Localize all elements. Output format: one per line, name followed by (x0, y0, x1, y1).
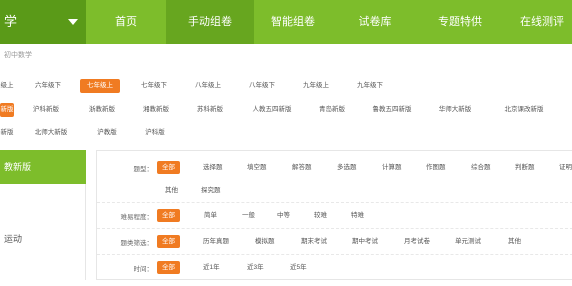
breadcrumb: 初中数学 (4, 52, 32, 59)
edition-chip[interactable]: 沪科新版 (28, 103, 64, 117)
grade-chip[interactable]: 九年级下 (352, 79, 388, 93)
filter-option[interactable]: 中等 (277, 209, 290, 222)
filter-option[interactable]: 简单 (204, 209, 217, 222)
nav-special-topics[interactable]: 专题特供 (418, 0, 502, 44)
edition-chip[interactable]: 苏科新版 (192, 103, 228, 117)
edition-chip[interactable]: 湘教新版 (138, 103, 174, 117)
filter-row-time: 时间： 全部 近1年 近3年 近5年 (97, 255, 572, 281)
edition-chip-active[interactable]: 新版 (0, 103, 14, 117)
filter-option-active[interactable]: 全部 (157, 261, 180, 274)
filter-option[interactable]: 近5年 (290, 261, 307, 274)
edition-chip[interactable]: 鲁教五四新版 (366, 103, 418, 117)
filter-option[interactable]: 模拟题 (255, 235, 275, 248)
sidebar-item[interactable]: 运动 (4, 232, 22, 245)
grade-chip[interactable]: 八年级上 (190, 79, 226, 93)
filter-option[interactable]: 计算题 (382, 161, 402, 174)
edition-chip[interactable]: 华师大新版 (434, 103, 476, 117)
filter-option[interactable]: 期末考试 (301, 235, 327, 248)
filter-panel: 题型： 全部 选择题 填空题 解答题 多选题 计算题 作图题 综合题 判断题 证… (96, 150, 572, 280)
filter-label: 时间： (133, 266, 154, 273)
edition-chip[interactable]: 青岛新版 (314, 103, 350, 117)
grade-chip-active[interactable]: 七年级上 (80, 79, 120, 93)
filter-row-difficulty: 难易程度： 全部 简单 一般 中等 较难 特难 (97, 203, 572, 229)
filter-option[interactable]: 作图题 (426, 161, 446, 174)
edition-chip[interactable]: 北师大新版 (30, 126, 72, 140)
nav-home[interactable]: 首页 (86, 0, 166, 44)
chapter-sidebar: 教新版 运动 (0, 150, 86, 280)
edition-chip[interactable]: 浙教新版 (84, 103, 120, 117)
sidebar-item-active[interactable]: 教新版 (0, 150, 86, 184)
filter-option[interactable]: 一般 (242, 209, 255, 222)
filter-option[interactable]: 解答题 (292, 161, 312, 174)
nav-online-test[interactable]: 在线测评 (502, 0, 572, 44)
chevron-down-icon (68, 19, 78, 25)
filter-option[interactable]: 月考试卷 (404, 235, 430, 248)
filter-option[interactable]: 综合题 (471, 161, 491, 174)
filter-option[interactable]: 多选题 (337, 161, 357, 174)
filter-option[interactable]: 证明题 (559, 161, 572, 174)
filter-row-category: 题类筛选： 全部 历年真题 模拟题 期末考试 期中考试 月考试卷 单元测试 其他 (97, 229, 572, 255)
filter-option[interactable]: 近3年 (247, 261, 264, 274)
edition-chip[interactable]: 北京课改新版 (498, 103, 550, 117)
filter-label: 难易程度： (120, 214, 154, 221)
nav-paper-library[interactable]: 试卷库 (332, 0, 418, 44)
filter-row-type: 题型： 全部 选择题 填空题 解答题 多选题 计算题 作图题 综合题 判断题 证… (97, 151, 572, 203)
filter-option-active[interactable]: 全部 (157, 161, 180, 174)
filter-option[interactable]: 选择题 (203, 161, 223, 174)
filter-option[interactable]: 期中考试 (352, 235, 378, 248)
edition-chip[interactable]: 沪科版 (140, 126, 170, 140)
edition-chip[interactable]: 沪教版 (92, 126, 122, 140)
filter-option[interactable]: 其他 (165, 184, 178, 197)
top-nav-bar: 学 首页 手动组卷 智能组卷 试卷库 专题特供 在线测评 (0, 0, 572, 44)
filter-option-active[interactable]: 全部 (157, 209, 180, 222)
filter-option[interactable]: 历年真题 (203, 235, 229, 248)
grade-chip[interactable]: 六年级下 (30, 79, 66, 93)
filter-option[interactable]: 其他 (508, 235, 521, 248)
grade-chip[interactable]: 七年级下 (136, 79, 172, 93)
filter-option[interactable]: 较难 (314, 209, 327, 222)
filter-option[interactable]: 近1年 (203, 261, 220, 274)
subject-label: 学 (4, 14, 18, 29)
filter-label: 题类筛选： (120, 240, 154, 247)
subject-selector[interactable]: 学 (0, 0, 86, 44)
filter-label: 题型： (133, 166, 154, 173)
nav-smart-paper[interactable]: 智能组卷 (254, 0, 332, 44)
grade-chip[interactable]: 八年级下 (244, 79, 280, 93)
grade-chip[interactable]: 九年级上 (298, 79, 334, 93)
nav-manual-paper[interactable]: 手动组卷 (166, 0, 254, 44)
filter-option[interactable]: 判断题 (515, 161, 535, 174)
grade-chip[interactable]: 级上 (0, 79, 14, 93)
edition-chip[interactable]: 新版 (0, 126, 14, 140)
filter-option[interactable]: 填空题 (247, 161, 267, 174)
filter-option[interactable]: 探究题 (201, 184, 221, 197)
filter-option[interactable]: 特难 (351, 209, 364, 222)
edition-chip[interactable]: 人教五四新版 (246, 103, 298, 117)
filter-option[interactable]: 单元测试 (455, 235, 481, 248)
filter-option-active[interactable]: 全部 (157, 235, 180, 248)
